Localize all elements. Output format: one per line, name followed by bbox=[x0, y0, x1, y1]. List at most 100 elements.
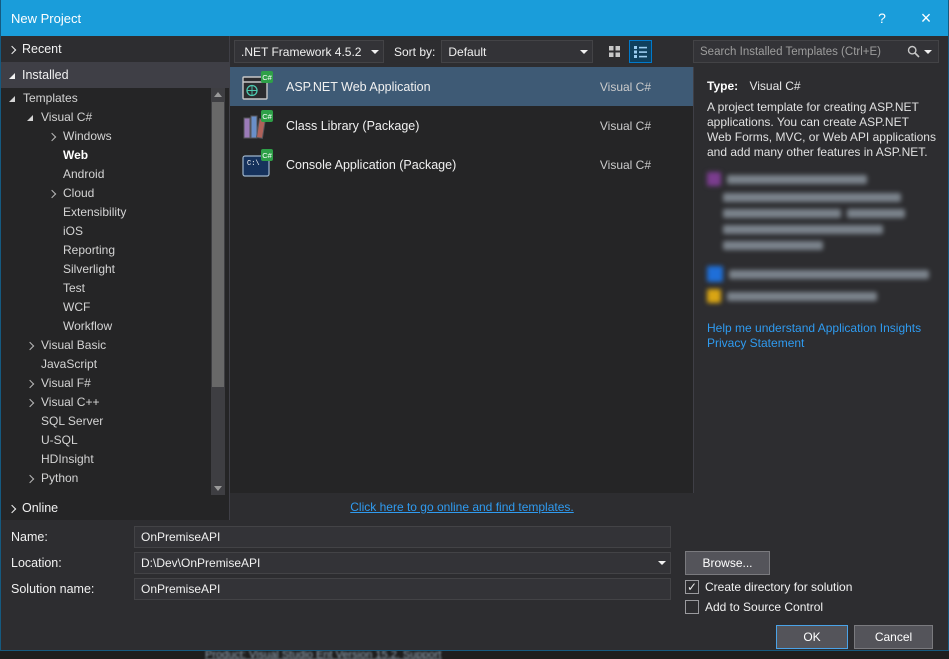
expand-arrow-icon[interactable] bbox=[27, 376, 41, 390]
tree-item-visual-cpp[interactable]: Visual C++ bbox=[1, 392, 229, 411]
tree-item-label: SQL Server bbox=[41, 413, 104, 428]
ok-button[interactable]: OK bbox=[776, 625, 848, 649]
tree-item-hdinsight[interactable]: HDInsight bbox=[1, 449, 229, 468]
template-language: Visual C# bbox=[599, 118, 651, 133]
expand-arrow-icon[interactable] bbox=[9, 91, 23, 105]
tree-item-label: Windows bbox=[63, 128, 112, 143]
sort-dropdown[interactable]: Default bbox=[441, 40, 594, 63]
tree-item-cloud[interactable]: Cloud bbox=[1, 183, 229, 202]
collapsed-arrow-icon[interactable] bbox=[9, 42, 22, 56]
expand-arrow-icon[interactable] bbox=[27, 395, 41, 409]
checkbox-unchecked-icon[interactable]: ✓ bbox=[685, 600, 699, 614]
tree-item-windows[interactable]: Windows bbox=[1, 126, 229, 145]
tree-item-extensibility[interactable]: Extensibility bbox=[1, 202, 229, 221]
framework-dropdown-value: .NET Framework 4.5.2 bbox=[241, 44, 362, 59]
template-item-aspnet-web-application[interactable]: C# ASP.NET Web Application Visual C# bbox=[230, 67, 693, 106]
search-box[interactable] bbox=[693, 40, 939, 63]
expand-arrow-icon[interactable] bbox=[27, 110, 41, 124]
location-dropdown-arrow-icon[interactable] bbox=[653, 553, 670, 573]
application-insights-help-link[interactable]: Help me understand Application Insights bbox=[707, 321, 936, 336]
template-language: Visual C# bbox=[599, 157, 651, 172]
tree-item-workflow[interactable]: Workflow bbox=[1, 316, 229, 335]
redacted-icon bbox=[707, 266, 723, 282]
search-icon[interactable] bbox=[907, 45, 920, 58]
expand-arrow-icon[interactable] bbox=[27, 471, 41, 485]
close-icon: × bbox=[920, 7, 932, 28]
find-templates-online-link[interactable]: Click here to go online and find templat… bbox=[350, 500, 573, 514]
cancel-button[interactable]: Cancel bbox=[854, 625, 933, 649]
list-view-button[interactable] bbox=[629, 40, 653, 63]
tree-item-label: Visual F# bbox=[41, 375, 91, 390]
solution-name-input[interactable] bbox=[134, 578, 671, 600]
expanded-arrow-icon[interactable] bbox=[9, 68, 22, 82]
svg-text:C#: C# bbox=[262, 73, 272, 82]
collapsed-arrow-icon[interactable] bbox=[9, 501, 22, 515]
small-icons-view-button[interactable] bbox=[603, 40, 626, 63]
tree-item-templates[interactable]: Templates bbox=[1, 88, 229, 107]
tree-scrollbar[interactable] bbox=[211, 88, 225, 495]
sidebar-item-recent[interactable]: Recent bbox=[1, 36, 229, 62]
tree-item-label: Visual Basic bbox=[41, 337, 107, 352]
sort-by-label: Sort by: bbox=[394, 44, 436, 59]
template-category-tree: Templates Visual C# Windows Web Android … bbox=[1, 88, 229, 495]
dropdown-arrow-icon[interactable] bbox=[575, 41, 592, 62]
tree-item-visual-basic[interactable]: Visual Basic bbox=[1, 335, 229, 354]
new-project-dialog: New Project ? × Recent Installed Templat… bbox=[0, 0, 949, 651]
tree-item-javascript[interactable]: JavaScript bbox=[1, 354, 229, 373]
close-button[interactable]: × bbox=[904, 0, 948, 36]
dialog-content: Recent Installed Templates Visual C# Win… bbox=[1, 36, 948, 521]
checkbox-checked-icon[interactable]: ✓ bbox=[685, 580, 699, 594]
tree-item-silverlight[interactable]: Silverlight bbox=[1, 259, 229, 278]
redacted-content bbox=[723, 209, 936, 218]
redacted-content bbox=[723, 241, 936, 250]
tree-item-label: Extensibility bbox=[63, 204, 127, 219]
redacted-content bbox=[707, 172, 936, 186]
dropdown-arrow-icon[interactable] bbox=[366, 41, 383, 62]
scroll-up-icon[interactable] bbox=[211, 88, 225, 101]
browse-button[interactable]: Browse... bbox=[685, 551, 770, 575]
expand-arrow-icon[interactable] bbox=[49, 186, 63, 200]
privacy-statement-link[interactable]: Privacy Statement bbox=[707, 336, 936, 351]
tree-item-u-sql[interactable]: U-SQL bbox=[1, 430, 229, 449]
sidebar-item-online[interactable]: Online bbox=[1, 495, 229, 521]
search-dropdown-arrow-icon[interactable] bbox=[924, 49, 932, 54]
tree-item-visual-csharp[interactable]: Visual C# bbox=[1, 107, 229, 126]
redacted-content bbox=[707, 289, 936, 303]
tree-item-label: U-SQL bbox=[41, 432, 78, 447]
location-combobox[interactable] bbox=[134, 552, 671, 574]
source-control-checkbox[interactable]: ✓ Add to Source Control bbox=[685, 599, 823, 615]
location-input[interactable] bbox=[134, 552, 671, 574]
expand-arrow-icon[interactable] bbox=[27, 338, 41, 352]
framework-dropdown[interactable]: .NET Framework 4.5.2 bbox=[234, 40, 384, 63]
tree-item-label: Reporting bbox=[63, 242, 116, 257]
tree-item-reporting[interactable]: Reporting bbox=[1, 240, 229, 259]
project-name-input[interactable] bbox=[134, 526, 671, 548]
scroll-down-icon[interactable] bbox=[211, 482, 225, 495]
tree-item-python[interactable]: Python bbox=[1, 468, 229, 487]
tree-item-wcf[interactable]: WCF bbox=[1, 297, 229, 316]
web-application-icon: C# bbox=[240, 70, 274, 104]
create-directory-checkbox[interactable]: ✓ Create directory for solution bbox=[685, 579, 852, 595]
tree-item-sql-server[interactable]: SQL Server bbox=[1, 411, 229, 430]
help-icon: ? bbox=[878, 10, 886, 26]
help-button[interactable]: ? bbox=[860, 0, 904, 36]
template-item-console-application-package[interactable]: C:\ C# Console Application (Package) Vis… bbox=[230, 145, 693, 184]
tree-item-android[interactable]: Android bbox=[1, 164, 229, 183]
scrollbar-thumb[interactable] bbox=[212, 102, 224, 387]
template-list: C# ASP.NET Web Application Visual C# C# bbox=[230, 67, 694, 493]
tree-item-web[interactable]: Web bbox=[1, 145, 229, 164]
tree-item-visual-fsharp[interactable]: Visual F# bbox=[1, 373, 229, 392]
sort-dropdown-value: Default bbox=[448, 44, 487, 59]
template-name: ASP.NET Web Application bbox=[286, 79, 431, 94]
expand-arrow-icon[interactable] bbox=[49, 129, 63, 143]
template-item-class-library-package[interactable]: C# Class Library (Package) Visual C# bbox=[230, 106, 693, 145]
search-input[interactable] bbox=[694, 45, 907, 58]
tree-item-label: JavaScript bbox=[41, 356, 98, 371]
sidebar-item-installed[interactable]: Installed bbox=[1, 62, 229, 88]
tree-item-test[interactable]: Test bbox=[1, 278, 229, 297]
template-name: Class Library (Package) bbox=[286, 118, 420, 133]
tree-item-label: Cloud bbox=[63, 185, 95, 200]
tree-item-label: Workflow bbox=[63, 318, 113, 333]
title-bar[interactable]: New Project ? × bbox=[1, 0, 948, 36]
tree-item-ios[interactable]: iOS bbox=[1, 221, 229, 240]
